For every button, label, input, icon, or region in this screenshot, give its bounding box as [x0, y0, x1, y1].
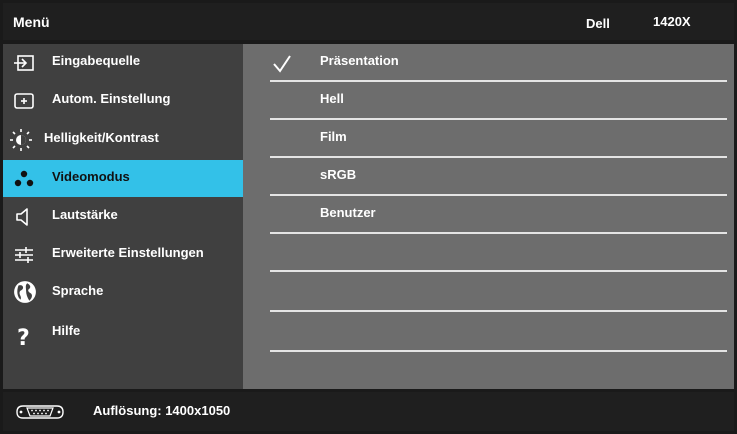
option-benutzer[interactable]: Benutzer — [270, 196, 727, 234]
sidebar-item-label: Sprache — [52, 283, 104, 298]
option-divider — [270, 270, 727, 272]
sidebar-item-label: Eingabequelle — [52, 53, 141, 68]
video-mode-icon — [14, 170, 34, 187]
help-icon: ? — [17, 326, 30, 348]
option-label: sRGB — [320, 167, 357, 182]
sidebar-item-label: Lautstärke — [52, 207, 118, 222]
option-praesentation[interactable]: Präsentation — [270, 44, 727, 82]
option-film[interactable]: Film — [270, 120, 727, 158]
input-source-icon — [14, 55, 34, 71]
brand-label: Dell — [586, 16, 610, 31]
option-divider — [270, 350, 727, 352]
option-srgb[interactable]: sRGB — [270, 158, 727, 196]
option-empty — [270, 234, 727, 272]
volume-icon — [16, 208, 28, 226]
menu-header: Menü Dell 1420X — [3, 3, 734, 40]
sidebar-menu: Eingabequelle Autom. Einstellung Helligk… — [3, 44, 243, 389]
brightness-icon — [10, 129, 32, 151]
model-label: 1420X — [653, 14, 691, 29]
vga-connector-icon — [16, 405, 64, 419]
sidebar-item-video-mode[interactable]: Videomodus — [3, 160, 243, 197]
sidebar-item-input-source[interactable]: Eingabequelle — [3, 44, 243, 81]
resolution-label: Auflösung: 1400x1050 — [93, 403, 231, 418]
projector-osd-menu: Menü Dell 1420X Eingabequelle Autom. Ein… — [0, 0, 737, 434]
svg-text:?: ? — [17, 326, 30, 348]
sidebar-item-advanced-settings[interactable]: Erweiterte Einstellungen — [3, 236, 243, 273]
option-empty — [270, 274, 727, 312]
advanced-settings-icon — [15, 247, 33, 263]
option-label: Hell — [320, 91, 344, 106]
language-globe-icon — [14, 281, 36, 303]
video-mode-options-panel: Präsentation Hell Film sRGB Benutzer — [243, 44, 734, 389]
sidebar-item-label: Helligkeit/Kontrast — [44, 130, 159, 145]
menu-title: Menü — [13, 14, 50, 30]
sidebar-item-label: Erweiterte Einstellungen — [52, 245, 204, 260]
status-bar: Auflösung: 1400x1050 — [3, 392, 734, 431]
sidebar-item-language[interactable]: Sprache — [3, 274, 243, 311]
sidebar-item-help[interactable]: ? Hilfe — [3, 314, 243, 351]
sidebar-item-label: Autom. Einstellung — [52, 91, 171, 106]
sidebar-item-brightness-contrast[interactable]: Helligkeit/Kontrast — [3, 121, 243, 158]
sidebar-item-volume[interactable]: Lautstärke — [3, 198, 243, 235]
option-divider — [270, 310, 727, 312]
option-hell[interactable]: Hell — [270, 82, 727, 120]
checkmark-icon — [273, 55, 291, 73]
option-label: Film — [320, 129, 347, 144]
option-label: Präsentation — [320, 53, 399, 68]
option-label: Benutzer — [320, 205, 376, 220]
sidebar-item-label: Hilfe — [52, 323, 81, 338]
sidebar-item-auto-adjust[interactable]: Autom. Einstellung — [3, 82, 243, 119]
option-empty — [270, 314, 727, 352]
sidebar-item-label: Videomodus — [52, 169, 130, 184]
auto-adjust-icon — [14, 93, 34, 109]
